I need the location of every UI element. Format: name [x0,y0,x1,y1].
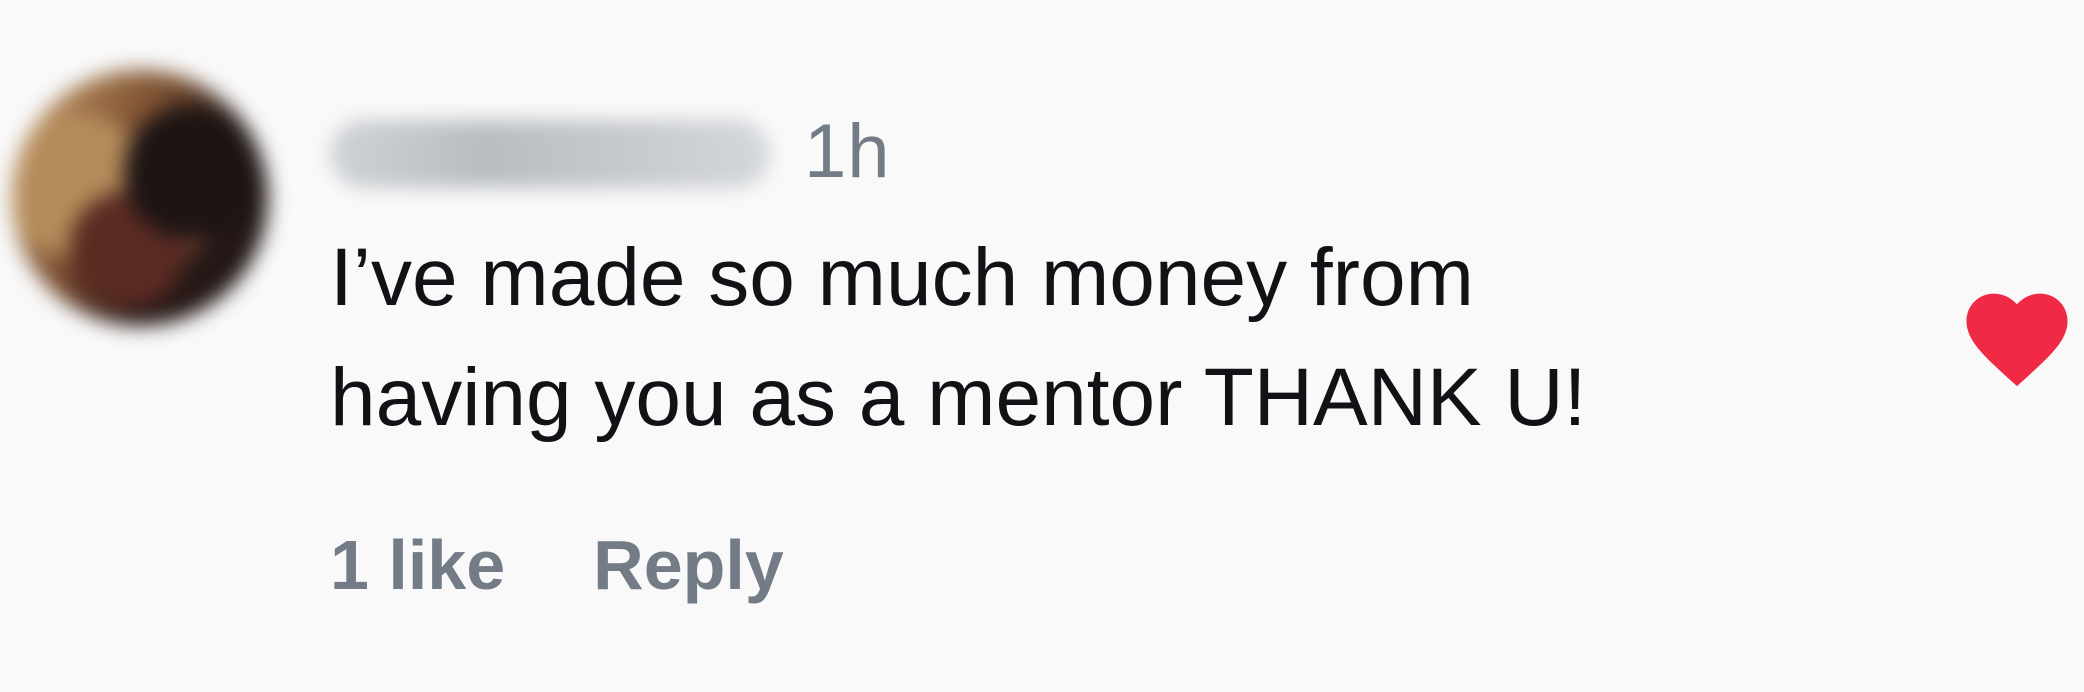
username-blurred[interactable] [330,120,770,188]
username-text [330,120,770,188]
avatar[interactable] [12,70,268,326]
comment-body: I’ve made so much money from having you … [330,218,1870,458]
reply-button[interactable]: Reply [593,520,784,610]
comment-line-2: having you as a mentor THANK U! [330,352,1587,443]
comment-item: 1h I’ve made so much money from having y… [0,0,2084,692]
comment-line-1: I’ve made so much money from [330,232,1474,323]
comment-actions: 1 like Reply [330,520,784,610]
comment-timestamp: 1h [804,109,891,194]
like-button[interactable] [1962,284,2072,394]
heart-icon [1966,293,2068,387]
likes-count[interactable]: 1 like [330,520,505,610]
